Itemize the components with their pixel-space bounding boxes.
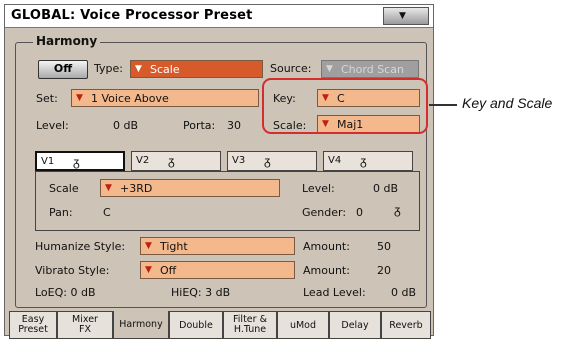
tab-harmony[interactable]: Harmony xyxy=(113,311,169,339)
level-label: Level: xyxy=(36,119,69,132)
page-title: GLOBAL: Voice Processor Preset xyxy=(11,8,253,23)
level-value[interactable]: 0 dB xyxy=(113,119,138,132)
voice-level-value[interactable]: 0 dB xyxy=(373,182,398,195)
tab-umod[interactable]: uMod xyxy=(277,311,329,339)
vibrato-style-select[interactable]: ▼ Off xyxy=(140,261,295,279)
callout-line xyxy=(429,104,457,106)
dropdown-arrow-icon: ▼ xyxy=(105,183,112,193)
porta-value[interactable]: 30 xyxy=(227,119,241,132)
mask-icon: ᵹ xyxy=(264,154,271,168)
chevron-down-icon: ▼ xyxy=(399,11,406,21)
tab-delay[interactable]: Delay xyxy=(329,311,381,339)
voice-scale-select[interactable]: ▼ +3RD xyxy=(100,179,280,197)
humanize-amount-value[interactable]: 50 xyxy=(377,240,391,253)
tab-voice-2[interactable]: V2 ᵹ xyxy=(131,151,221,171)
tab-reverb[interactable]: Reverb xyxy=(381,311,431,339)
key-scale-callout: Key and Scale xyxy=(462,95,553,111)
voice-level-label: Level: xyxy=(302,182,335,195)
gender-label: Gender: xyxy=(302,206,347,219)
lead-level-value[interactable]: 0 dB xyxy=(391,286,416,299)
tab-voice-3[interactable]: V3 ᵹ xyxy=(227,151,317,171)
tab-filter-htune[interactable]: Filter & H.Tune xyxy=(223,311,277,339)
dropdown-arrow-icon: ▼ xyxy=(326,64,333,74)
set-select[interactable]: ▼ 1 Voice Above xyxy=(71,89,259,107)
mask-icon: ᵹ xyxy=(360,154,367,168)
harmony-off-button[interactable]: Off xyxy=(38,60,88,79)
voice-scale-label: Scale xyxy=(49,182,79,195)
vibrato-style-label: Vibrato Style: xyxy=(35,264,110,277)
set-label: Set: xyxy=(36,92,58,105)
vibrato-amount-label: Amount: xyxy=(303,264,350,277)
tab-voice-4[interactable]: V4 ᵹ xyxy=(323,151,413,171)
tab-easy-preset[interactable]: Easy Preset xyxy=(9,311,57,339)
loeq-readout[interactable]: LoEQ: 0 dB xyxy=(35,286,96,299)
tab-mixer-fx[interactable]: Mixer FX xyxy=(57,311,113,339)
page-menu-button[interactable]: ▼ xyxy=(383,7,429,25)
pan-value[interactable]: C xyxy=(103,206,111,219)
humanize-style-select[interactable]: ▼ Tight xyxy=(140,237,295,255)
voice-processor-screen: GLOBAL: Voice Processor Preset ▼ Harmony… xyxy=(4,4,434,339)
key-scale-highlight xyxy=(262,78,428,134)
tab-voice-1[interactable]: V1 ᵹ xyxy=(35,151,125,171)
dropdown-arrow-icon: ▼ xyxy=(145,265,152,275)
mask-icon: ᵹ xyxy=(394,203,401,217)
hieq-readout[interactable]: HiEQ: 3 dB xyxy=(171,286,230,299)
type-select[interactable]: ▼ Scale xyxy=(130,60,263,78)
source-select: ▼ Chord Scan xyxy=(321,60,419,78)
humanize-amount-label: Amount: xyxy=(303,240,350,253)
harmony-group-label: Harmony xyxy=(33,34,101,48)
dropdown-arrow-icon: ▼ xyxy=(135,64,142,74)
type-label: Type: xyxy=(94,62,123,75)
dropdown-arrow-icon: ▼ xyxy=(76,93,83,103)
lead-level-label: Lead Level: xyxy=(303,286,366,299)
pan-label: Pan: xyxy=(49,206,73,219)
source-label: Source: xyxy=(270,62,312,75)
tab-double[interactable]: Double xyxy=(169,311,223,339)
mask-icon: ᵹ xyxy=(73,155,80,169)
dropdown-arrow-icon: ▼ xyxy=(145,241,152,251)
mask-icon: ᵹ xyxy=(168,154,175,168)
gender-value[interactable]: 0 xyxy=(356,206,363,219)
porta-label: Porta: xyxy=(183,119,216,132)
vibrato-amount-value[interactable]: 20 xyxy=(377,264,391,277)
humanize-style-label: Humanize Style: xyxy=(35,240,126,253)
title-bar: GLOBAL: Voice Processor Preset ▼ xyxy=(5,5,433,28)
